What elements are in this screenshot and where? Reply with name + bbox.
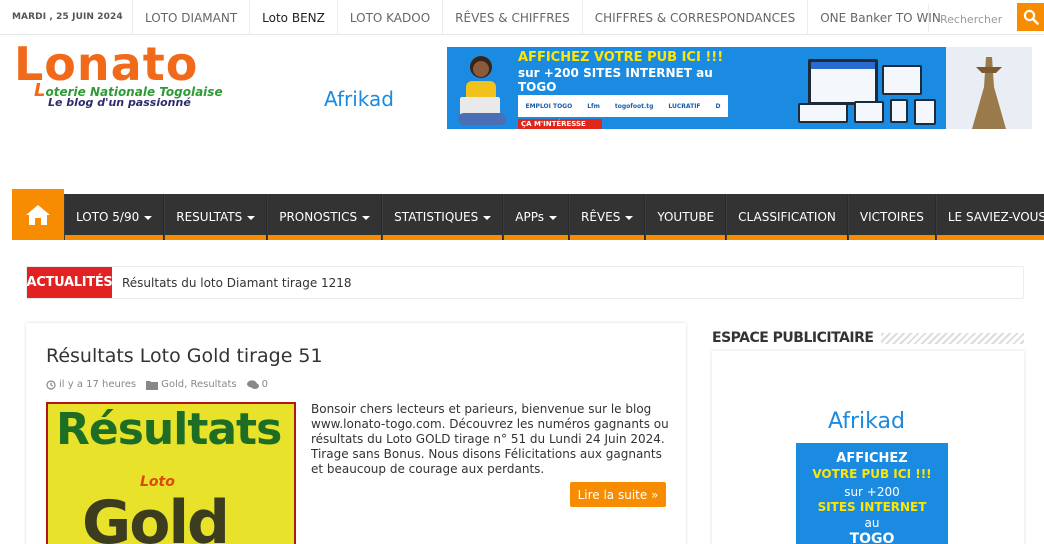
nav-item-pronostics[interactable]: PRONOSTICS — [267, 194, 383, 240]
post-categories-link[interactable]: Gold, Resultats — [161, 379, 237, 390]
nav-item-le-saviez-vous[interactable]: LE SAVIEZ-VOUS? — [935, 194, 1044, 240]
sidebar-ad-line: VOTRE PUB ICI !!! — [812, 467, 932, 481]
chevron-down-icon — [247, 215, 256, 220]
sidebar-widget-title: ESPACE PUBLICITAIRE — [712, 330, 1024, 350]
post-meta: il y a 17 heures Gold, Resultats 0 — [46, 379, 268, 390]
search-input[interactable]: Rechercher — [928, 4, 1018, 32]
banner-brand-prefix: Afrik — [324, 87, 370, 111]
news-ticker: ACTUALITÉS Résultats du loto Diamant tir… — [26, 266, 1024, 299]
main-nav: LOTO 5/90 RESULTATS PRONOSTICS STATISTIQ… — [12, 189, 1044, 240]
comments-icon — [246, 379, 259, 389]
post-comments: 0 — [246, 379, 268, 390]
topnav-item-loto-benz[interactable]: Loto BENZ — [249, 0, 337, 35]
nav-item-apps[interactable]: APPs — [503, 194, 569, 240]
post-time-text: il y a 17 heures — [59, 379, 137, 390]
sidebar-ad-brand: Afrikad — [828, 409, 905, 434]
nav-item-label: RESULTATS — [176, 210, 243, 224]
chevron-down-icon — [483, 215, 492, 220]
nav-item-youtube[interactable]: YOUTUBE — [645, 194, 727, 240]
nav-item-label: APPs — [515, 210, 544, 224]
nav-item-classification[interactable]: CLASSIFICATION — [726, 194, 848, 240]
logo-tagline: Le blog d'un passionné — [48, 96, 191, 109]
post-card: Résultats Loto Gold tirage 51 il y a 17 … — [26, 323, 686, 544]
banner-partner-logos: EMPLOI TOGO Lfm togofoot.tg LUCRATIF D — [518, 95, 728, 117]
partner-logo: D — [715, 102, 721, 110]
banner-brand: Afrikad — [324, 87, 394, 111]
post-time: il y a 17 heures — [46, 379, 136, 390]
topnav-item-loto-kadoo[interactable]: LOTO KADOO — [336, 0, 442, 35]
banner-line2: sur +200 SITES INTERNET au — [518, 66, 713, 80]
partner-logo: EMPLOI TOGO — [525, 102, 573, 110]
site-logo[interactable]: Lonato Loterie Nationale Togolaise Le bl… — [14, 38, 223, 115]
top-bar: MARDI , 25 JUIN 2024 LOTO DIAMANT Loto B… — [0, 0, 1044, 35]
post-title-link[interactable]: Résultats Loto Gold tirage 51 — [46, 345, 323, 367]
search-icon — [1023, 9, 1039, 25]
banner-brand-suffix: ad — [369, 87, 394, 111]
topnav-item-loto-diamant[interactable]: LOTO DIAMANT — [132, 0, 249, 35]
partner-logo: LUCRATIF — [668, 102, 701, 110]
sidebar-ad-line: sur +200 — [844, 485, 900, 499]
chevron-down-icon — [362, 215, 371, 220]
post-thumbnail[interactable]: Résultats Loto Gold — [46, 402, 296, 544]
devices-mockup-image — [798, 59, 936, 125]
person-with-laptop-image — [458, 56, 506, 125]
nav-item-resultats[interactable]: RESULTATS — [164, 194, 268, 240]
sidebar-ad-line: AFFICHEZ — [836, 451, 908, 466]
chevron-down-icon — [625, 215, 634, 220]
sidebar-ad-line: SITES INTERNET — [817, 500, 927, 514]
sidebar-ad[interactable]: Afrikad AFFICHEZ VOTRE PUB ICI !!! sur +… — [796, 371, 948, 544]
banner-line3: TOGO — [518, 80, 557, 94]
read-more-button[interactable]: Lire la suite » — [570, 482, 666, 507]
search-button[interactable] — [1017, 3, 1044, 31]
nav-item-statistiques[interactable]: STATISTIQUES — [382, 194, 504, 240]
current-date: MARDI , 25 JUIN 2024 — [12, 12, 123, 22]
clock-icon — [46, 379, 56, 390]
post-comments-count[interactable]: 0 — [262, 379, 268, 390]
sidebar-ad-brand-suffix: ad — [877, 409, 905, 434]
nav-item-label: STATISTIQUES — [394, 210, 479, 224]
nav-item-loto-590[interactable]: LOTO 5/90 — [64, 194, 165, 240]
nav-item-reves[interactable]: RÊVES — [568, 194, 646, 240]
nav-item-victoires[interactable]: VICTOIRES — [847, 194, 936, 240]
thumbnail-brand: Gold — [82, 488, 230, 544]
chevron-down-icon — [144, 215, 153, 220]
sidebar-ad-line: TOGO — [849, 531, 895, 544]
sidebar-ad-line: au — [864, 516, 880, 530]
post-excerpt: Bonsoir chers lecteurs et parieurs, bien… — [311, 402, 669, 476]
nav-item-label: PRONOSTICS — [279, 210, 358, 224]
partner-logo: togofoot.tg — [614, 102, 654, 110]
sidebar-title-text: ESPACE PUBLICITAIRE — [712, 330, 882, 346]
home-icon — [26, 204, 50, 225]
nav-item-label: LOTO 5/90 — [76, 210, 140, 224]
sidebar-ad-brand-prefix: Afrik — [828, 409, 878, 434]
chevron-down-icon — [548, 215, 557, 220]
nav-item-label: RÊVES — [580, 210, 621, 224]
logo-subtitle-initial: L — [34, 80, 46, 101]
sidebar-ad-widget: Afrikad AFFICHEZ VOTRE PUB ICI !!! sur +… — [712, 351, 1024, 544]
ticker-headline-link[interactable]: Résultats du loto Diamant tirage 1218 — [122, 276, 352, 290]
folder-icon — [146, 380, 159, 390]
monument-image — [946, 47, 1032, 129]
thumbnail-title: Résultats — [56, 404, 282, 455]
banner-ad[interactable]: Afrikad AFFICHEZ VOTRE PUB ICI !!! sur +… — [312, 47, 1032, 129]
topnav-item-reves-chiffres[interactable]: RÊVES & CHIFFRES — [442, 0, 582, 35]
post-categories: Gold, Resultats — [146, 379, 237, 390]
banner-cta[interactable]: ÇA M'INTÉRESSE — [518, 119, 602, 129]
banner-headline: AFFICHEZ VOTRE PUB ICI !!! — [518, 50, 724, 65]
top-nav: LOTO DIAMANT Loto BENZ LOTO KADOO RÊVES … — [132, 0, 953, 35]
ticker-label: ACTUALITÉS — [27, 267, 113, 298]
topnav-item-chiffres-correspondances[interactable]: CHIFFRES & CORRESPONDANCES — [581, 0, 807, 35]
home-button[interactable] — [12, 189, 64, 240]
partner-logo: Lfm — [587, 102, 600, 110]
